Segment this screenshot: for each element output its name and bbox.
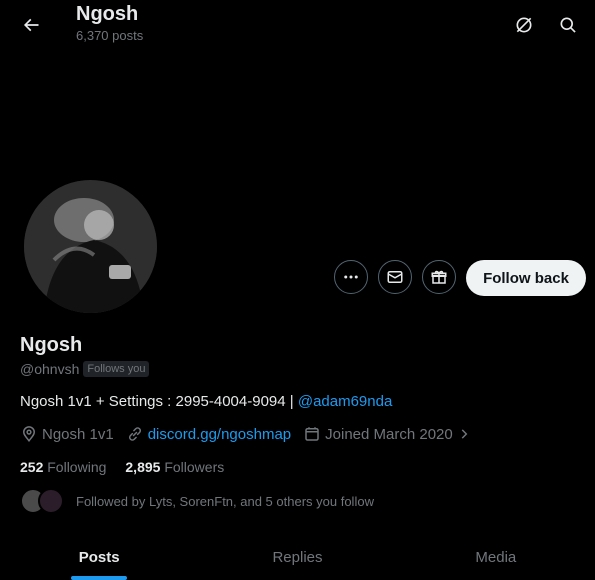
grok-button[interactable] xyxy=(507,8,541,42)
followers-stat[interactable]: 2,895 Followers xyxy=(125,459,224,475)
following-count: 252 xyxy=(20,459,44,475)
top-bar: Ngosh 6,370 posts xyxy=(0,0,595,52)
joined-text: Joined March 2020 xyxy=(325,425,453,443)
location-pin-icon xyxy=(22,426,36,442)
handle-row: @ohnvsh Follows you xyxy=(20,361,150,377)
calendar-icon xyxy=(305,427,319,441)
followers-count: 2,895 xyxy=(125,459,161,475)
envelope-icon xyxy=(387,271,403,283)
followed-by-text: Followed by Lyts, SorenFtn, and 5 others… xyxy=(76,493,374,509)
chevron-right-icon xyxy=(461,429,468,439)
location-text: Ngosh 1v1 xyxy=(42,425,114,443)
tab-label: Media xyxy=(475,549,517,566)
profile-tabs: Posts Replies Media xyxy=(0,535,595,580)
bio-text: Ngosh 1v1 + Settings : 2995-4004-9094 | xyxy=(20,393,298,410)
follow-stats: 252 Following 2,895 Followers xyxy=(20,459,243,475)
arrow-left-icon xyxy=(23,18,39,32)
bio-mention-link[interactable]: @adam69nda xyxy=(298,393,392,410)
active-tab-indicator xyxy=(71,576,128,580)
search-icon xyxy=(560,17,576,33)
tab-replies[interactable]: Replies xyxy=(198,535,396,580)
follow-back-button[interactable]: Follow back xyxy=(466,260,586,296)
grok-icon xyxy=(516,17,532,33)
more-button[interactable] xyxy=(334,260,368,294)
gift-icon xyxy=(431,270,447,284)
tab-label: Posts xyxy=(78,549,120,566)
profile-name: Ngosh xyxy=(20,334,83,356)
follows-you-badge: Follows you xyxy=(83,361,150,377)
website-item: discord.gg/ngoshmap xyxy=(126,425,291,443)
tab-media[interactable]: Media xyxy=(397,535,595,580)
message-button[interactable] xyxy=(378,260,412,294)
page-title: Ngosh xyxy=(76,3,139,25)
more-icon xyxy=(344,275,358,279)
tab-posts[interactable]: Posts xyxy=(0,535,198,580)
following-label: Following xyxy=(47,459,107,475)
link-icon xyxy=(128,427,141,441)
followers-label: Followers xyxy=(164,459,225,475)
tab-label: Replies xyxy=(272,549,323,566)
followed-by-row[interactable]: Followed by Lyts, SorenFtn, and 5 others… xyxy=(20,488,374,514)
posts-count: 6,370 posts xyxy=(76,28,144,43)
profile-actions: Follow back xyxy=(0,260,595,298)
profile-meta: Ngosh 1v1 discord.gg/ngoshmap Joined Mar… xyxy=(20,425,483,443)
profile-handle: @ohnvsh xyxy=(20,361,80,377)
following-stat[interactable]: 252 Following xyxy=(20,459,106,475)
joined-item[interactable]: Joined March 2020 xyxy=(303,425,471,443)
website-link[interactable]: discord.gg/ngoshmap xyxy=(148,426,291,443)
location-item: Ngosh 1v1 xyxy=(20,425,114,443)
gift-button[interactable] xyxy=(422,260,456,294)
profile-bio: Ngosh 1v1 + Settings : 2995-4004-9094 | … xyxy=(20,393,392,410)
mutual-avatar xyxy=(38,488,64,514)
back-button[interactable] xyxy=(14,8,48,42)
search-button[interactable] xyxy=(551,8,585,42)
header-title-group: Ngosh 6,370 posts xyxy=(76,2,143,45)
